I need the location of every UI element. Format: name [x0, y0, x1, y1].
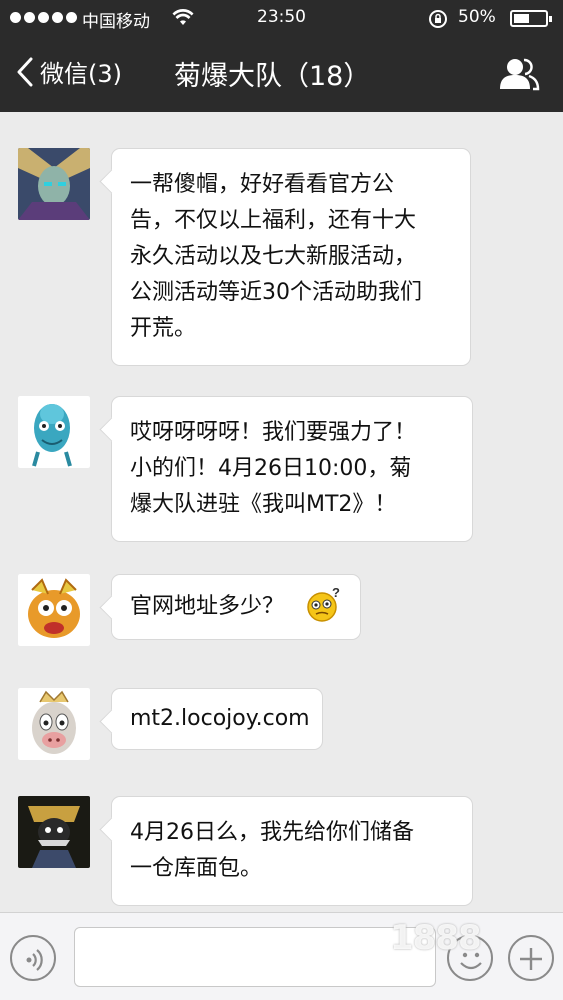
- avatar[interactable]: [18, 688, 90, 760]
- voice-button[interactable]: [10, 935, 56, 981]
- avatar[interactable]: [18, 148, 90, 220]
- message-bubble[interactable]: 一帮傻帽，好好看看官方公 告，不仅以上福利，还有十大 永久活动以及七大新服活动，…: [111, 148, 471, 366]
- avatar[interactable]: [18, 796, 90, 868]
- message-bubble[interactable]: 哎呀呀呀呀！我们要强力了！ 小的们！4月26日10:00，菊 爆大队进驻《我叫M…: [111, 396, 473, 542]
- message-line: 一帮傻帽，好好看看官方公: [130, 172, 395, 197]
- message-line: 官网地址多少？: [130, 594, 285, 619]
- message-line: 公测活动等近30个活动助我们: [130, 280, 422, 305]
- battery-percent: 50%: [458, 7, 496, 27]
- message-input[interactable]: [74, 927, 436, 987]
- message-line: mt2.locojoy.com: [130, 706, 310, 731]
- chat-area[interactable]: 一帮傻帽，好好看看官方公 告，不仅以上福利，还有十大 永久活动以及七大新服活动，…: [0, 112, 563, 912]
- back-label: 微信(3): [40, 60, 122, 88]
- voice-icon: [26, 949, 43, 971]
- battery-icon: [510, 10, 552, 27]
- message-bubble[interactable]: 官网地址多少？ ?: [111, 574, 361, 640]
- back-button[interactable]: 微信(3): [16, 54, 122, 89]
- message-bubble[interactable]: mt2.locojoy.com: [111, 688, 323, 750]
- group-members-icon[interactable]: [498, 56, 540, 92]
- message-line: 一仓库面包。: [130, 856, 263, 881]
- confused-emoji-icon: ?: [307, 585, 340, 622]
- more-button[interactable]: [508, 935, 554, 981]
- status-bar: 中国移动 23:50 50%: [0, 0, 563, 36]
- message-line: 哎呀呀呀呀！我们要强力了！: [130, 420, 417, 445]
- message-line: 4月26日么，我先给你们储备: [130, 820, 414, 845]
- message-line: 爆大队进驻《我叫MT2》！: [130, 492, 397, 517]
- nav-bar: 微信(3) 菊爆大队（18）: [0, 36, 563, 112]
- svg-text:?: ?: [332, 585, 340, 600]
- plus-icon: [520, 948, 542, 970]
- message-bubble[interactable]: 4月26日么，我先给你们储备 一仓库面包。: [111, 796, 473, 906]
- avatar[interactable]: [18, 396, 90, 468]
- avatar[interactable]: [18, 574, 90, 646]
- message-line: 小的们！4月26日10:00，菊: [130, 456, 412, 481]
- watermark: 1888: [390, 918, 482, 958]
- message-line: 告，不仅以上福利，还有十大: [130, 208, 417, 233]
- chat-title: 菊爆大队（18）: [174, 61, 371, 92]
- rotation-lock-icon: [429, 10, 447, 28]
- chevron-left-icon: [17, 57, 33, 86]
- message-line: 永久活动以及七大新服活动，: [130, 244, 417, 269]
- message-line: 开荒。: [130, 316, 197, 341]
